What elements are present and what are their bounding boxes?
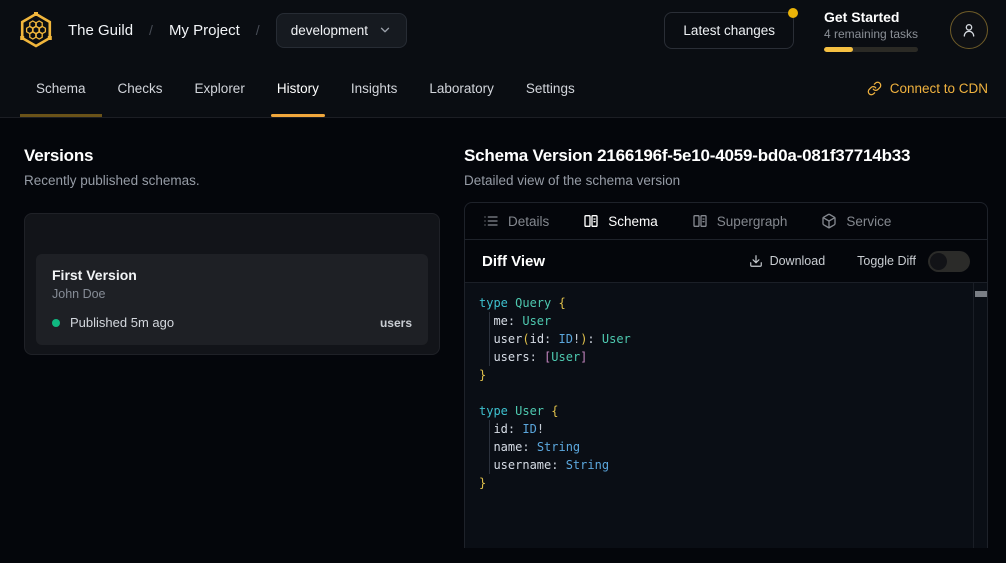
code-lines: type Query { me: User user(id: ID!): Use… bbox=[479, 294, 973, 492]
toggle-diff-switch[interactable] bbox=[928, 251, 970, 272]
top-header: The Guild / My Project / development Lat… bbox=[0, 0, 1006, 60]
download-icon bbox=[749, 254, 763, 268]
get-started-widget[interactable]: Get Started 4 remaining tasks bbox=[824, 9, 920, 52]
code-line: } bbox=[479, 366, 973, 384]
breadcrumb-project[interactable]: My Project bbox=[169, 22, 240, 39]
person-icon bbox=[961, 22, 977, 38]
breadcrumb-org[interactable]: The Guild bbox=[68, 22, 133, 39]
tab-settings[interactable]: Settings bbox=[510, 60, 591, 117]
published-status-dot bbox=[52, 319, 60, 327]
scrollbar-thumb[interactable] bbox=[975, 291, 987, 297]
download-button[interactable]: Download bbox=[749, 254, 826, 268]
detail-tab-label: Details bbox=[508, 214, 549, 229]
get-started-title: Get Started bbox=[824, 9, 920, 25]
get-started-subtitle: 4 remaining tasks bbox=[824, 27, 920, 41]
primary-nav: SchemaChecksExplorerHistoryInsightsLabor… bbox=[0, 60, 1006, 118]
tab-laboratory[interactable]: Laboratory bbox=[413, 60, 510, 117]
code-line: id: ID! bbox=[479, 420, 973, 438]
columns-icon bbox=[692, 213, 708, 229]
code-line: } bbox=[479, 474, 973, 492]
link-icon bbox=[867, 81, 882, 96]
latest-changes-button[interactable]: Latest changes bbox=[664, 12, 794, 49]
code-line: users: [User] bbox=[479, 348, 973, 366]
code-line bbox=[479, 384, 973, 402]
version-service-badge: users bbox=[380, 316, 412, 330]
chevron-down-icon bbox=[378, 23, 392, 37]
version-author: John Doe bbox=[52, 287, 412, 301]
notification-dot bbox=[788, 8, 798, 18]
code-line: name: String bbox=[479, 438, 973, 456]
schema-detail-card: Details Schema Supergraph Service Diff View… bbox=[464, 202, 988, 548]
detail-tab-label: Supergraph bbox=[717, 214, 788, 229]
user-avatar[interactable] bbox=[950, 11, 988, 49]
hive-logo-icon[interactable] bbox=[16, 10, 56, 50]
target-selector[interactable]: development bbox=[276, 13, 407, 48]
target-selector-value: development bbox=[291, 23, 368, 38]
version-list-item[interactable]: First Version John Doe Published 5m ago … bbox=[36, 254, 428, 345]
tab-schema[interactable]: Schema bbox=[20, 60, 102, 117]
detail-tab-details[interactable]: Details bbox=[483, 213, 549, 229]
schema-detail-tabs: Details Schema Supergraph Service bbox=[465, 203, 987, 240]
columns-icon bbox=[583, 213, 599, 229]
diff-toolbar: Diff View Download Toggle Diff bbox=[465, 240, 987, 283]
code-line: me: User bbox=[479, 312, 973, 330]
tab-history[interactable]: History bbox=[261, 60, 335, 117]
main-content: Versions Recently published schemas. Fir… bbox=[0, 118, 1006, 563]
cube-icon bbox=[821, 213, 837, 229]
code-scrollbar[interactable] bbox=[973, 283, 987, 548]
list-icon bbox=[483, 213, 499, 229]
schema-version-title: Schema Version 2166196f-5e10-4059-bd0a-0… bbox=[464, 146, 988, 166]
version-name: First Version bbox=[52, 267, 412, 283]
get-started-progress-fill bbox=[824, 47, 853, 52]
version-status: Published 5m ago bbox=[70, 315, 174, 330]
detail-tab-label: Service bbox=[846, 214, 891, 229]
versions-title: Versions bbox=[24, 146, 440, 166]
tab-checks[interactable]: Checks bbox=[102, 60, 179, 117]
code-line: username: String bbox=[479, 456, 973, 474]
detail-tab-label: Schema bbox=[608, 214, 658, 229]
breadcrumb-separator: / bbox=[149, 22, 153, 38]
get-started-progressbar bbox=[824, 47, 918, 52]
tab-insights[interactable]: Insights bbox=[335, 60, 414, 117]
toggle-diff-label: Toggle Diff bbox=[857, 254, 916, 268]
schema-version-panel: Schema Version 2166196f-5e10-4059-bd0a-0… bbox=[464, 146, 1006, 563]
primary-tabs: SchemaChecksExplorerHistoryInsightsLabor… bbox=[20, 60, 591, 117]
code-line: user(id: ID!): User bbox=[479, 330, 973, 348]
versions-panel: Versions Recently published schemas. Fir… bbox=[0, 146, 464, 563]
breadcrumb-separator: / bbox=[256, 22, 260, 38]
versions-subtitle: Recently published schemas. bbox=[24, 173, 440, 188]
code-line: type Query { bbox=[479, 294, 973, 312]
versions-list-card: First Version John Doe Published 5m ago … bbox=[24, 213, 440, 355]
detail-tab-supergraph[interactable]: Supergraph bbox=[692, 213, 788, 229]
connect-to-cdn-button[interactable]: Connect to CDN bbox=[867, 60, 988, 117]
diff-view-title: Diff View bbox=[482, 253, 545, 270]
tab-explorer[interactable]: Explorer bbox=[179, 60, 261, 117]
schema-version-subtitle: Detailed view of the schema version bbox=[464, 173, 988, 188]
schema-code-viewer[interactable]: type Query { me: User user(id: ID!): Use… bbox=[465, 283, 987, 548]
switch-knob bbox=[930, 253, 947, 270]
detail-tab-schema[interactable]: Schema bbox=[583, 213, 658, 229]
detail-tab-service[interactable]: Service bbox=[821, 213, 891, 229]
code-line: type User { bbox=[479, 402, 973, 420]
